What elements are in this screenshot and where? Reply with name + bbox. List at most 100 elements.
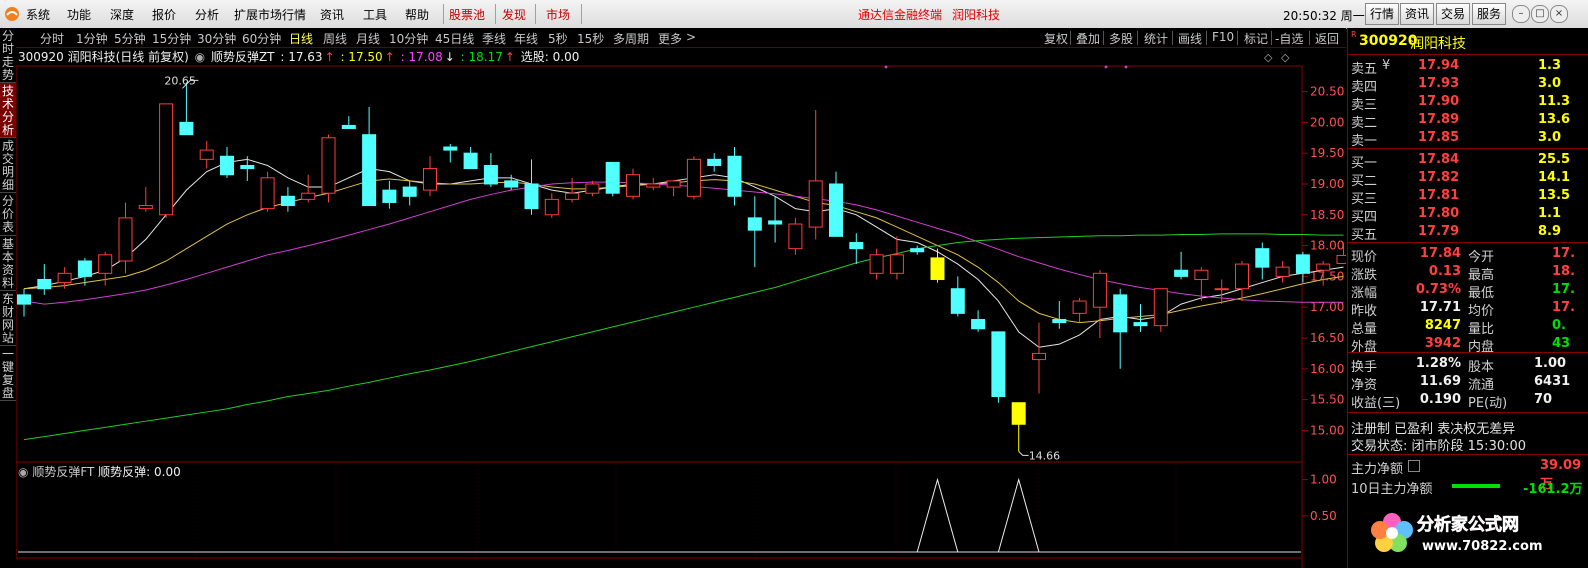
stat-label: 流通 [1468, 378, 1495, 393]
period-15min[interactable]: 15分钟 [152, 30, 191, 47]
candle-down [37, 278, 52, 290]
tool-adjust[interactable]: 复权 [1044, 30, 1068, 47]
trade-button[interactable]: 交易 [1436, 3, 1470, 25]
tool-multi-stock[interactable]: 多股 [1109, 30, 1133, 47]
ask-row[interactable]: 卖五 ¥17.94 1.3 [1348, 58, 1588, 77]
tool-watchlist[interactable]: -自选 [1275, 30, 1303, 47]
tab-intraday[interactable]: 分时走势 [0, 28, 16, 83]
candle-up [1194, 269, 1209, 280]
candle-down [504, 180, 519, 188]
period-60min[interactable]: 60分钟 [242, 30, 281, 47]
candle-up [646, 183, 661, 188]
menu-stock-pool[interactable]: 股票池 [449, 6, 485, 23]
maximize-icon[interactable]: □ [1531, 5, 1549, 23]
menu-tools[interactable]: 工具 [363, 6, 387, 23]
candle-up [1092, 272, 1107, 308]
tool-draw[interactable]: 画线 [1178, 30, 1202, 47]
flow1-label: 主力净额 [1351, 462, 1404, 477]
menu-news[interactable]: 资讯 [320, 6, 344, 23]
ask-row[interactable]: 卖三 17.90 11.3 [1348, 94, 1588, 113]
tab-ticks[interactable]: 成交明细 [0, 138, 16, 193]
menu-depth[interactable]: 深度 [110, 6, 134, 23]
period-toolbar: 分时 1分钟 5分钟 15分钟 30分钟 60分钟 日线 周线 月线 10分钟 … [16, 28, 1346, 48]
menu-analysis[interactable]: 分析 [195, 6, 219, 23]
candle-down [768, 220, 783, 225]
menu-discover[interactable]: 发现 [502, 6, 526, 23]
ask-row[interactable]: 卖四 17.93 3.0 [1348, 76, 1588, 95]
candle-up [57, 272, 72, 284]
menu-separator [581, 4, 582, 24]
bid-row[interactable]: 买二 17.82 14.1 [1348, 170, 1588, 189]
period-multi[interactable]: 多周期 [613, 30, 649, 47]
close-icon[interactable]: × [1550, 5, 1568, 23]
tool-f10[interactable]: F10 [1212, 30, 1234, 44]
ask-volume: 3.0 [1538, 130, 1562, 145]
kline-chart[interactable]: 20.5020.0019.5019.0018.5018.0017.5017.00… [16, 48, 1346, 568]
minimize-icon[interactable]: – [1512, 5, 1530, 23]
menu-system[interactable]: 系统 [26, 6, 50, 23]
period-15sec[interactable]: 15秒 [577, 30, 604, 47]
bid-row[interactable]: 买五 17.79 8.9 [1348, 224, 1588, 243]
chart-info-line: 300920 润阳科技(日线 前复权) ◉ 顺势反弹ZT : 17.63 ↑ : … [18, 48, 581, 64]
period-more[interactable]: 更多 [658, 30, 682, 47]
candle-up [301, 192, 316, 200]
news-button[interactable]: 资讯 [1400, 3, 1434, 25]
stat-value: 1.00 [1534, 356, 1567, 371]
period-5sec[interactable]: 5秒 [548, 30, 568, 47]
menu-quote[interactable]: 报价 [152, 6, 176, 23]
period-1min[interactable]: 1分钟 [76, 30, 108, 47]
period-monthly[interactable]: 月线 [356, 30, 380, 47]
tab-basic-info[interactable]: 基本资料 [0, 236, 16, 291]
tool-back[interactable]: 返回 [1315, 30, 1339, 47]
clock: 20:50:32 周一 [1283, 9, 1365, 23]
menu-help[interactable]: 帮助 [405, 6, 429, 23]
period-45day[interactable]: 45日线 [435, 30, 474, 47]
sub-indicator-name[interactable]: 顺势反弹FT [32, 465, 94, 479]
indicator-toggle-icon[interactable]: ◉ [195, 50, 205, 64]
stat-label: 总量 [1351, 322, 1378, 337]
period-daily[interactable]: 日线 [289, 30, 313, 47]
stat-value: 6431 [1534, 374, 1571, 389]
flow-row-1: 主力净额 39.09万 [1348, 458, 1588, 492]
bid-row[interactable]: 买三 17.81 13.5 [1348, 188, 1588, 207]
menu-function[interactable]: 功能 [67, 6, 91, 23]
candle-down [605, 161, 620, 194]
menu-market[interactable]: 市场 [546, 6, 570, 23]
tab-replay[interactable]: 一键复盘 [0, 346, 16, 401]
tab-technical[interactable]: 技术分析 [0, 83, 16, 138]
more-arrow-icon[interactable]: > [686, 30, 696, 44]
period-10min[interactable]: 10分钟 [389, 30, 428, 47]
menu-ext-market[interactable]: 扩展市场行情 [234, 6, 306, 23]
period-intraday[interactable]: 分时 [40, 30, 64, 47]
period-30min[interactable]: 30分钟 [197, 30, 236, 47]
candle-up [626, 174, 640, 197]
period-quarter[interactable]: 季线 [482, 30, 506, 47]
tab-eastmoney[interactable]: 东财网站 [0, 291, 16, 346]
bid-row[interactable]: 买一 17.84 25.5 [1348, 152, 1588, 171]
stock-code-name: 300920 润阳科技(日线 前复权) [18, 50, 189, 64]
period-weekly[interactable]: 周线 [323, 30, 347, 47]
y-tick-label: 18.50 [1310, 208, 1344, 222]
candle-up [321, 137, 336, 194]
tab-price-table[interactable]: 分价表 [0, 193, 16, 236]
period-5min[interactable]: 5分钟 [114, 30, 146, 47]
ask-row[interactable]: 卖一 17.85 3.0 [1348, 130, 1588, 149]
tool-stats[interactable]: 统计 [1144, 30, 1168, 47]
divider [1348, 54, 1588, 55]
bid-price: 17.84 [1418, 152, 1460, 167]
service-button[interactable]: 服务 [1472, 3, 1506, 25]
y-tick-label: 20.50 [1310, 85, 1344, 99]
indicator-toggle-icon[interactable]: ◉ [18, 465, 28, 479]
indicator-name[interactable]: 顺势反弹ZT [211, 50, 275, 64]
tool-mark[interactable]: 标记 [1244, 30, 1268, 47]
quote-button[interactable]: 行情 [1365, 3, 1399, 25]
ask-row[interactable]: 卖二 17.89 13.6 [1348, 112, 1588, 131]
ask-price: 17.85 [1418, 130, 1460, 145]
period-year[interactable]: 年线 [514, 30, 538, 47]
quote-panel: R 300920 润阳科技 卖五 ¥17.94 1.3 卖四 17.93 3.0 卖三 17.… [1347, 28, 1588, 568]
tool-separator [1172, 31, 1173, 45]
tool-overlay[interactable]: 叠加 [1076, 30, 1100, 47]
menu-separator [535, 4, 536, 24]
candle-down [1113, 294, 1128, 333]
bid-row[interactable]: 买四 17.80 1.1 [1348, 206, 1588, 225]
